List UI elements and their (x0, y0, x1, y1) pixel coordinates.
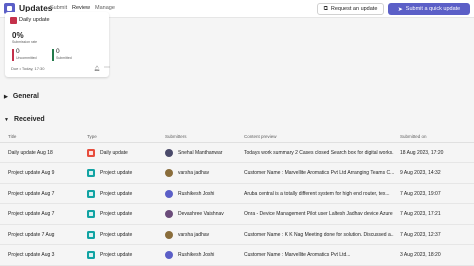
row-content-preview: Customer Name : Marvellite Aromatics Pvt… (244, 170, 394, 176)
submit-quick-update-button[interactable]: ➤ Submit a quick update (388, 3, 470, 15)
row-type-label: Project update (100, 231, 133, 238)
tab-review[interactable]: Review (72, 5, 91, 15)
row-title: Daily update Aug 18 (8, 149, 53, 156)
request-update-label: Request an update (330, 6, 378, 12)
row-type: Project update (87, 246, 163, 265)
table-row[interactable]: Project update Aug 7 Project update Devash… (0, 205, 474, 225)
avatar (165, 251, 173, 259)
row-submitter: varsha jadhav (165, 225, 241, 244)
tab-manage[interactable]: Manage (95, 5, 115, 11)
submitted-count: 0 (56, 48, 60, 55)
row-submitter-name: varsha jadhav (178, 170, 210, 176)
row-title: Project update Aug 7 (8, 211, 55, 217)
row-submitted-on: 3 Aug 2023, 18:20 (400, 252, 441, 258)
chevron-down-icon: ▼ (4, 116, 9, 123)
table-row[interactable]: Project update Aug 3 Project update Rushik… (0, 246, 474, 266)
column-header-submitted-on[interactable]: Submitted on (400, 134, 427, 139)
update-type-icon (87, 230, 95, 239)
send-icon: ➤ (397, 6, 403, 13)
column-header-title[interactable]: Title (8, 134, 16, 139)
table-row[interactable]: Project update Aug 9 Project update varsha… (0, 164, 474, 184)
row-type-label: Daily update (100, 149, 128, 156)
column-header-type[interactable]: Type (87, 134, 97, 139)
request-update-icon: ⧉ (323, 5, 328, 12)
bell-icon[interactable]: 🔔︎ (94, 66, 100, 72)
row-submitter-name: varsha jadhav (178, 231, 210, 238)
received-section-header[interactable]: ▼ Received (4, 116, 45, 123)
row-title: Project update Aug 7 (8, 190, 55, 197)
row-submitter: Devashree Vaishnav (165, 205, 241, 224)
avatar (165, 148, 173, 157)
uncommitted-bar (12, 49, 14, 61)
row-submitter-name: Devashree Vaishnav (178, 211, 224, 217)
row-content-preview: Customer Name : Marvellite Aromatics Pvt… (244, 252, 351, 258)
request-update-button[interactable]: ⧉ Request an update (317, 3, 384, 15)
uncommitted-count: 0 (16, 48, 20, 55)
row-submitted-on: 18 Aug 2023, 17:20 (400, 149, 444, 156)
due-date: Due • Today, 17:30 (11, 66, 45, 71)
row-content-preview: Customer Name : K K Nag Meeting done for… (244, 231, 394, 238)
row-submitter: Rushikesh Joshi (165, 184, 241, 203)
row-type: Project update (87, 184, 163, 203)
row-submitted-on: 7 Aug 2023, 17:21 (400, 211, 441, 217)
row-title: Project update Aug 9 (8, 170, 55, 176)
row-submitted-on: 7 Aug 2023, 19:07 (400, 190, 441, 197)
row-submitted-on: 9 Aug 2023, 14:32 (400, 170, 441, 176)
submitted-bar (52, 49, 54, 61)
submitted-stat: 0 Submitted (52, 48, 92, 62)
update-type-icon (87, 189, 95, 198)
row-type: Daily update (87, 143, 163, 162)
avatar (165, 189, 173, 198)
table-row[interactable]: Daily update Aug 18 Daily update Snehal Ma… (0, 143, 474, 163)
row-submitter: varsha jadhav (165, 164, 241, 183)
received-section-title: Received (13, 116, 45, 123)
avatar (165, 230, 173, 239)
row-type: Project update (87, 225, 163, 244)
tab-submit[interactable]: Submit (50, 5, 67, 11)
row-submitter-name: Rushikesh Joshi (178, 190, 215, 197)
row-type-label: Project update (100, 170, 133, 176)
row-submitter: Rushikesh Joshi (165, 246, 241, 265)
submission-rate-value: 0% (12, 31, 24, 40)
row-submitted-on: 7 Aug 2023, 12:37 (400, 231, 441, 238)
row-content-preview: Todays work summary 2 Cases closed Searc… (244, 149, 394, 156)
row-type: Project update (87, 205, 163, 224)
row-type: Project update (87, 164, 163, 183)
row-content-preview: Aruba central is a totally different sys… (244, 190, 390, 197)
column-header-submitters[interactable]: Submitters (165, 134, 187, 139)
update-type-icon (87, 251, 95, 259)
update-type-icon (87, 169, 95, 177)
column-header-content-preview[interactable]: Content preview (244, 134, 277, 139)
chevron-right-icon: ▶ (4, 93, 8, 100)
card-title: Daily update (19, 17, 50, 23)
row-submitter-name: Snehal Manthanwar (178, 149, 223, 156)
avatar (165, 210, 173, 218)
daily-update-icon (10, 17, 17, 24)
more-options-icon[interactable]: ⋯ (104, 64, 110, 71)
row-type-label: Project update (100, 252, 133, 258)
submitted-label: Submitted (56, 56, 72, 60)
row-type-label: Project update (100, 190, 133, 197)
table-header: Title Type Submitters Content preview Su… (0, 131, 474, 143)
uncommitted-label: Uncommitted (16, 56, 37, 60)
submit-quick-update-label: Submit a quick update (405, 6, 461, 12)
row-content-preview: Onra - Device Management Pilot user Lalt… (244, 211, 394, 217)
table-row[interactable]: Project update Aug 7 Project update Rushik… (0, 184, 474, 204)
row-title: Project update Aug 3 (8, 252, 55, 258)
daily-update-card[interactable]: Daily update 0% Submission rate 0 Uncomm… (5, 12, 110, 77)
row-submitter: Snehal Manthanwar (165, 143, 241, 162)
submission-rate-label: Submission rate (12, 40, 38, 44)
update-type-icon (87, 148, 95, 157)
row-title: Project update 7 Aug (8, 231, 55, 238)
avatar (165, 169, 173, 177)
row-type-label: Project update (100, 211, 133, 217)
update-type-icon (87, 210, 95, 218)
row-submitter-name: Rushikesh Joshi (178, 252, 215, 258)
general-section-header[interactable]: ▶ General (4, 93, 39, 100)
table-row[interactable]: Project update 7 Aug Project update varsha… (0, 225, 474, 245)
uncommitted-stat: 0 Uncommitted (12, 48, 52, 62)
general-section-title: General (12, 93, 39, 100)
